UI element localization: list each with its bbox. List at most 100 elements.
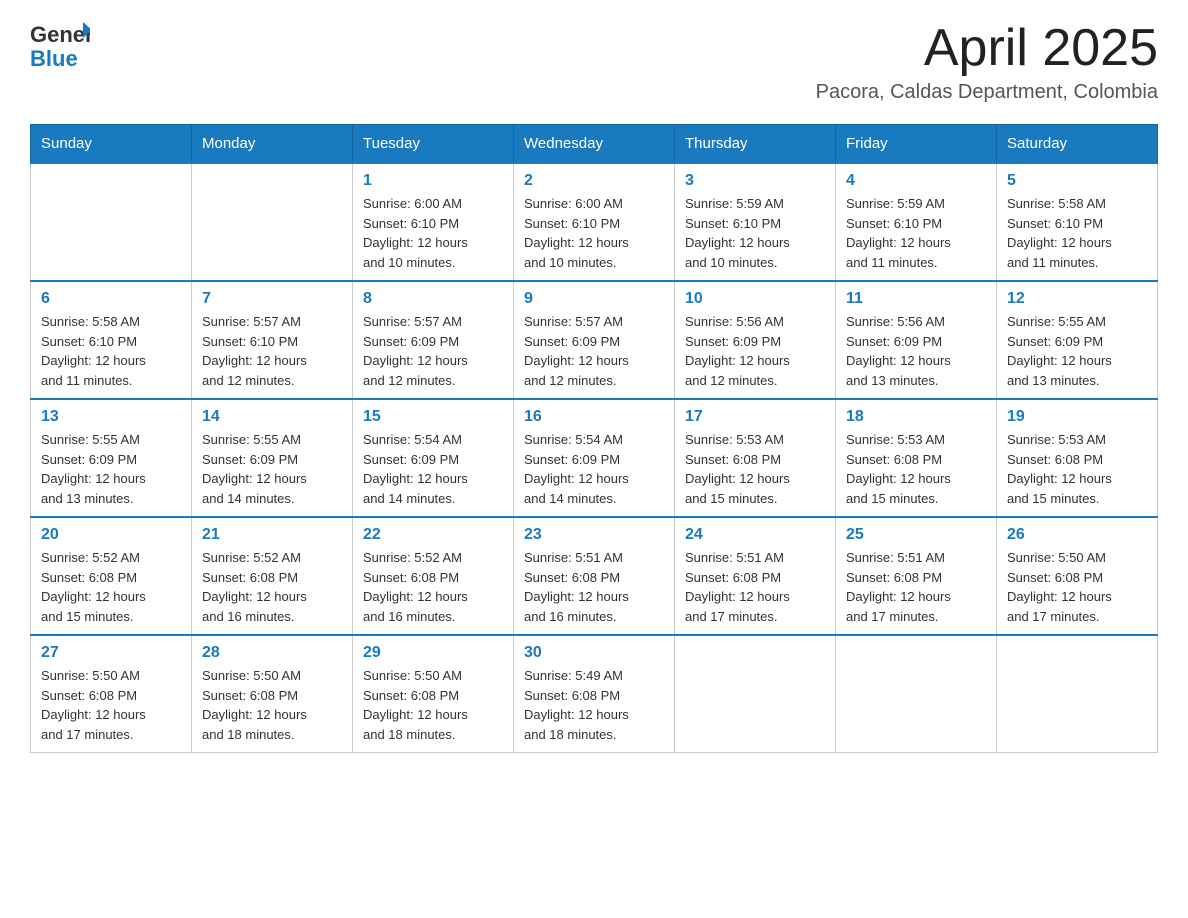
day-info: Sunrise: 5:57 AMSunset: 6:10 PMDaylight:…: [202, 312, 342, 390]
day-number: 2: [524, 172, 664, 190]
calendar-cell-19-2-6: 19 Sunrise: 5:53 AMSunset: 6:08 PMDayligh…: [997, 399, 1158, 517]
weekday-header-thursday: Thursday: [675, 125, 836, 164]
svg-text:Blue: Blue: [30, 46, 78, 71]
calendar-cell-11-1-5: 11 Sunrise: 5:56 AMSunset: 6:09 PMDayligh…: [836, 281, 997, 399]
day-info: Sunrise: 5:53 AMSunset: 6:08 PMDaylight:…: [1007, 430, 1147, 508]
calendar-cell-8-1-2: 8Sunrise: 5:57 AMSunset: 6:09 PMDaylight…: [353, 281, 514, 399]
day-number: 30: [524, 644, 664, 662]
day-info: Sunrise: 5:56 AMSunset: 6:09 PMDaylight:…: [846, 312, 986, 390]
day-info: Sunrise: 5:49 AMSunset: 6:08 PMDaylight:…: [524, 666, 664, 744]
day-number: 18: [846, 408, 986, 426]
weekday-header-wednesday: Wednesday: [514, 125, 675, 164]
day-info: Sunrise: 5:57 AMSunset: 6:09 PMDaylight:…: [363, 312, 503, 390]
day-number: 7: [202, 290, 342, 308]
day-info: Sunrise: 5:51 AMSunset: 6:08 PMDaylight:…: [846, 548, 986, 626]
day-number: 29: [363, 644, 503, 662]
calendar-cell-18-2-5: 18 Sunrise: 5:53 AMSunset: 6:08 PMDayligh…: [836, 399, 997, 517]
logo: General Blue: [30, 20, 90, 75]
day-number: 26: [1007, 526, 1147, 544]
day-info: Sunrise: 5:50 AMSunset: 6:08 PMDaylight:…: [202, 666, 342, 744]
day-number: 1: [363, 172, 503, 190]
calendar-cell-21-3-1: 21 Sunrise: 5:52 AMSunset: 6:08 PMDayligh…: [192, 517, 353, 635]
logo-svg: General Blue: [30, 20, 90, 75]
day-number: 3: [685, 172, 825, 190]
day-info: Sunrise: 5:50 AMSunset: 6:08 PMDaylight:…: [41, 666, 181, 744]
calendar-cell-10-1-4: 10 Sunrise: 5:56 AMSunset: 6:09 PMDayligh…: [675, 281, 836, 399]
day-number: 17: [685, 408, 825, 426]
month-title: April 2025: [816, 20, 1158, 77]
day-number: 20: [41, 526, 181, 544]
calendar-cell-4-0-5: 4 Sunrise: 5:59 AMSunset: 6:10 PMDaylight…: [836, 163, 997, 281]
day-info: Sunrise: 5:52 AMSunset: 6:08 PMDaylight:…: [41, 548, 181, 626]
day-number: 24: [685, 526, 825, 544]
day-info: Sunrise: 5:57 AMSunset: 6:09 PMDaylight:…: [524, 312, 664, 390]
day-info: Sunrise: 5:53 AMSunset: 6:08 PMDaylight:…: [846, 430, 986, 508]
calendar-cell-17-2-4: 17Sunrise: 5:53 AMSunset: 6:08 PMDayligh…: [675, 399, 836, 517]
calendar-cell-20-3-0: 20 Sunrise: 5:52 AMSunset: 6:08 PMDayligh…: [31, 517, 192, 635]
day-number: 16: [524, 408, 664, 426]
calendar-cell-empty-4-5: [836, 635, 997, 753]
calendar-cell-22-3-2: 22Sunrise: 5:52 AMSunset: 6:08 PMDayligh…: [353, 517, 514, 635]
day-number: 6: [41, 290, 181, 308]
day-info: Sunrise: 5:54 AMSunset: 6:09 PMDaylight:…: [524, 430, 664, 508]
day-info: Sunrise: 5:50 AMSunset: 6:08 PMDaylight:…: [1007, 548, 1147, 626]
day-number: 14: [202, 408, 342, 426]
day-number: 11: [846, 290, 986, 308]
weekday-header-monday: Monday: [192, 125, 353, 164]
day-number: 4: [846, 172, 986, 190]
day-number: 21: [202, 526, 342, 544]
calendar-cell-6-1-0: 6 Sunrise: 5:58 AMSunset: 6:10 PMDaylight…: [31, 281, 192, 399]
week-row-2: 6 Sunrise: 5:58 AMSunset: 6:10 PMDaylight…: [31, 281, 1158, 399]
day-number: 12: [1007, 290, 1147, 308]
calendar-cell-27-4-0: 27 Sunrise: 5:50 AMSunset: 6:08 PMDayligh…: [31, 635, 192, 753]
day-number: 13: [41, 408, 181, 426]
calendar-cell-9-1-3: 9Sunrise: 5:57 AMSunset: 6:09 PMDaylight…: [514, 281, 675, 399]
calendar-cell-empty-4-4: [675, 635, 836, 753]
day-info: Sunrise: 5:58 AMSunset: 6:10 PMDaylight:…: [41, 312, 181, 390]
day-info: Sunrise: 6:00 AMSunset: 6:10 PMDaylight:…: [363, 194, 503, 272]
day-number: 5: [1007, 172, 1147, 190]
day-number: 10: [685, 290, 825, 308]
day-info: Sunrise: 5:56 AMSunset: 6:09 PMDaylight:…: [685, 312, 825, 390]
week-row-5: 27 Sunrise: 5:50 AMSunset: 6:08 PMDayligh…: [31, 635, 1158, 753]
calendar-cell-5-0-6: 5Sunrise: 5:58 AMSunset: 6:10 PMDaylight…: [997, 163, 1158, 281]
calendar-cell-2-0-3: 2 Sunrise: 6:00 AMSunset: 6:10 PMDaylight…: [514, 163, 675, 281]
day-number: 15: [363, 408, 503, 426]
calendar-cell-7-1-1: 7 Sunrise: 5:57 AMSunset: 6:10 PMDaylight…: [192, 281, 353, 399]
calendar-table: SundayMondayTuesdayWednesdayThursdayFrid…: [30, 124, 1158, 753]
day-info: Sunrise: 5:50 AMSunset: 6:08 PMDaylight:…: [363, 666, 503, 744]
calendar-cell-empty-0-1: [192, 163, 353, 281]
calendar-cell-23-3-3: 23Sunrise: 5:51 AMSunset: 6:08 PMDayligh…: [514, 517, 675, 635]
weekday-header-friday: Friday: [836, 125, 997, 164]
calendar-cell-empty-4-6: [997, 635, 1158, 753]
week-row-1: 1 Sunrise: 6:00 AMSunset: 6:10 PMDaylight…: [31, 163, 1158, 281]
calendar-cell-1-0-2: 1 Sunrise: 6:00 AMSunset: 6:10 PMDaylight…: [353, 163, 514, 281]
logo-icon: General Blue: [30, 20, 90, 75]
weekday-header-saturday: Saturday: [997, 125, 1158, 164]
day-info: Sunrise: 5:55 AMSunset: 6:09 PMDaylight:…: [41, 430, 181, 508]
calendar-cell-3-0-4: 3Sunrise: 5:59 AMSunset: 6:10 PMDaylight…: [675, 163, 836, 281]
day-info: Sunrise: 6:00 AMSunset: 6:10 PMDaylight:…: [524, 194, 664, 272]
svg-text:General: General: [30, 22, 90, 47]
day-info: Sunrise: 5:55 AMSunset: 6:09 PMDaylight:…: [202, 430, 342, 508]
day-number: 22: [363, 526, 503, 544]
week-row-3: 13 Sunrise: 5:55 AMSunset: 6:09 PMDayligh…: [31, 399, 1158, 517]
day-number: 19: [1007, 408, 1147, 426]
day-number: 25: [846, 526, 986, 544]
week-row-4: 20 Sunrise: 5:52 AMSunset: 6:08 PMDayligh…: [31, 517, 1158, 635]
weekday-header-tuesday: Tuesday: [353, 125, 514, 164]
day-info: Sunrise: 5:54 AMSunset: 6:09 PMDaylight:…: [363, 430, 503, 508]
location-subtitle: Pacora, Caldas Department, Colombia: [816, 81, 1158, 104]
calendar-cell-30-4-3: 30 Sunrise: 5:49 AMSunset: 6:08 PMDayligh…: [514, 635, 675, 753]
weekday-header-sunday: Sunday: [31, 125, 192, 164]
day-info: Sunrise: 5:55 AMSunset: 6:09 PMDaylight:…: [1007, 312, 1147, 390]
day-number: 23: [524, 526, 664, 544]
day-info: Sunrise: 5:52 AMSunset: 6:08 PMDaylight:…: [202, 548, 342, 626]
calendar-cell-12-1-6: 12 Sunrise: 5:55 AMSunset: 6:09 PMDayligh…: [997, 281, 1158, 399]
day-number: 28: [202, 644, 342, 662]
calendar-cell-26-3-6: 26 Sunrise: 5:50 AMSunset: 6:08 PMDayligh…: [997, 517, 1158, 635]
title-block: April 2025 Pacora, Caldas Department, Co…: [816, 20, 1158, 104]
calendar-cell-14-2-1: 14 Sunrise: 5:55 AMSunset: 6:09 PMDayligh…: [192, 399, 353, 517]
day-info: Sunrise: 5:59 AMSunset: 6:10 PMDaylight:…: [846, 194, 986, 272]
day-number: 27: [41, 644, 181, 662]
